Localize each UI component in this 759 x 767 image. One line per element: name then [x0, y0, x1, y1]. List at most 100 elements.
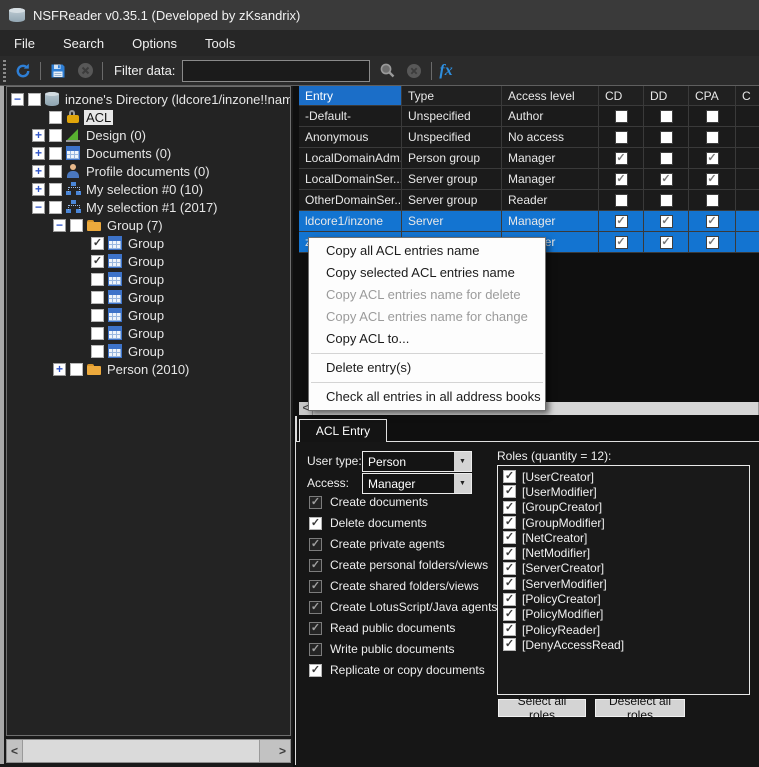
user-type-select[interactable]: Person	[362, 451, 472, 472]
tree-item-my-selection-0[interactable]: My selection #0 (10)	[7, 180, 290, 198]
role-item[interactable]: [DenyAccessRead]	[503, 637, 749, 652]
table-row[interactable]: LocalDomainSer... Server group Manager	[299, 169, 759, 190]
dd-checkbox[interactable]	[660, 152, 673, 165]
save-button[interactable]	[48, 61, 68, 81]
tree-item-group[interactable]: Group	[7, 234, 290, 252]
tree-vertical-scrollbar[interactable]	[0, 86, 4, 764]
role-item[interactable]: [NetCreator]	[503, 530, 749, 545]
tree-item-profile-documents[interactable]: Profile documents (0)	[7, 162, 290, 180]
role-item[interactable]: [UserCreator]	[503, 469, 749, 484]
scroll-left-icon[interactable]: <	[7, 740, 22, 762]
menu-file[interactable]: File	[0, 30, 49, 56]
column-header-cd[interactable]: CD	[599, 86, 644, 105]
tree-item-person-folder[interactable]: Person (2010)	[7, 360, 290, 378]
expand-icon[interactable]	[32, 165, 45, 178]
cd-checkbox[interactable]	[615, 194, 628, 207]
role-checkbox[interactable]	[503, 547, 516, 560]
menu-search[interactable]: Search	[49, 30, 118, 56]
role-item[interactable]: [PolicyCreator]	[503, 591, 749, 606]
cd-checkbox[interactable]	[615, 215, 628, 228]
cd-checkbox[interactable]	[615, 110, 628, 123]
menu-item-check-all-entries[interactable]: Check all entries in all address books	[309, 386, 545, 408]
deselect-all-roles-button[interactable]: Deselect all roles	[595, 699, 685, 717]
tree-item-directory[interactable]: inzone's Directory (ldcore1/inzone!!name…	[7, 90, 290, 108]
cpa-checkbox[interactable]	[706, 110, 719, 123]
tree-item-my-selection-1[interactable]: My selection #1 (2017)	[7, 198, 290, 216]
role-checkbox[interactable]	[503, 623, 516, 636]
dd-checkbox[interactable]	[660, 131, 673, 144]
tree-checkbox[interactable]	[91, 327, 104, 340]
tree-checkbox[interactable]	[91, 291, 104, 304]
cd-checkbox[interactable]	[615, 152, 628, 165]
column-header-entry[interactable]: Entry	[299, 86, 402, 105]
tree-checkbox[interactable]	[49, 165, 62, 178]
role-checkbox[interactable]	[503, 470, 516, 483]
fx-button[interactable]: fx	[439, 62, 452, 80]
cpa-checkbox[interactable]	[706, 173, 719, 186]
tree-checkbox[interactable]	[91, 309, 104, 322]
menu-item-delete-entry[interactable]: Delete entry(s)	[309, 357, 545, 379]
tree-item-documents[interactable]: Documents (0)	[7, 144, 290, 162]
tree-item-group[interactable]: Group	[7, 342, 290, 360]
tree-item-group-folder[interactable]: Group (7)	[7, 216, 290, 234]
tree-checkbox[interactable]	[49, 183, 62, 196]
tree-checkbox[interactable]	[91, 237, 104, 250]
role-item[interactable]: [UserModifier]	[503, 484, 749, 499]
collapse-icon[interactable]	[53, 219, 66, 232]
cpa-checkbox[interactable]	[706, 131, 719, 144]
cd-checkbox[interactable]	[615, 131, 628, 144]
menu-item-copy-all[interactable]: Copy all ACL entries name	[309, 240, 545, 262]
tree-item-design[interactable]: Design (0)	[7, 126, 290, 144]
table-row-selected[interactable]: ldcore1/inzone Server Manager	[299, 211, 759, 232]
cpa-checkbox[interactable]	[706, 215, 719, 228]
tree-checkbox[interactable]	[70, 219, 83, 232]
menu-item-copy-acl-to[interactable]: Copy ACL to...	[309, 328, 545, 350]
toolbar-grip[interactable]	[3, 60, 6, 82]
dropdown-arrow-icon[interactable]	[454, 474, 471, 493]
tree-checkbox[interactable]	[28, 93, 41, 106]
table-row[interactable]: LocalDomainAdm... Person group Manager	[299, 148, 759, 169]
collapse-icon[interactable]	[11, 93, 24, 106]
role-checkbox[interactable]	[503, 516, 516, 529]
scrollbar-thumb[interactable]	[22, 740, 260, 762]
role-item[interactable]: [ServerCreator]	[503, 561, 749, 576]
menu-options[interactable]: Options	[118, 30, 191, 56]
cpa-checkbox[interactable]	[706, 194, 719, 207]
tree-item-group[interactable]: Group	[7, 288, 290, 306]
dd-checkbox[interactable]	[660, 110, 673, 123]
column-header-type[interactable]: Type	[402, 86, 502, 105]
role-item[interactable]: [PolicyModifier]	[503, 607, 749, 622]
refresh-button[interactable]	[13, 61, 33, 81]
tree-checkbox[interactable]	[49, 201, 62, 214]
dd-checkbox[interactable]	[660, 215, 673, 228]
tree-checkbox[interactable]	[91, 273, 104, 286]
tree-checkbox[interactable]	[70, 363, 83, 376]
role-checkbox[interactable]	[503, 531, 516, 544]
table-row[interactable]: OtherDomainSer... Server group Reader	[299, 190, 759, 211]
column-header-access-level[interactable]: Access level	[502, 86, 599, 105]
role-checkbox[interactable]	[503, 562, 516, 575]
table-row[interactable]: -Default- Unspecified Author	[299, 106, 759, 127]
tree-checkbox[interactable]	[91, 255, 104, 268]
tree-checkbox[interactable]	[49, 129, 62, 142]
expand-icon[interactable]	[53, 363, 66, 376]
role-checkbox[interactable]	[503, 638, 516, 651]
tree-checkbox[interactable]	[49, 147, 62, 160]
column-header-c[interactable]: C	[736, 86, 759, 105]
tree-item-acl[interactable]: ACL	[7, 108, 290, 126]
filter-input[interactable]	[182, 60, 370, 82]
scroll-right-icon[interactable]: >	[275, 740, 290, 762]
select-all-roles-button[interactable]: Select all roles	[498, 699, 586, 717]
dd-checkbox[interactable]	[660, 236, 673, 249]
expand-icon[interactable]	[32, 183, 45, 196]
expand-icon[interactable]	[32, 147, 45, 160]
dropdown-arrow-icon[interactable]	[454, 452, 471, 471]
dd-checkbox[interactable]	[660, 194, 673, 207]
tree-checkbox[interactable]	[49, 111, 62, 124]
role-item[interactable]: [GroupCreator]	[503, 500, 749, 515]
dd-checkbox[interactable]	[660, 173, 673, 186]
cpa-checkbox[interactable]	[706, 152, 719, 165]
tree-item-group[interactable]: Group	[7, 252, 290, 270]
column-header-cpa[interactable]: CPA	[689, 86, 736, 105]
tab-acl-entry[interactable]: ACL Entry	[299, 419, 387, 442]
